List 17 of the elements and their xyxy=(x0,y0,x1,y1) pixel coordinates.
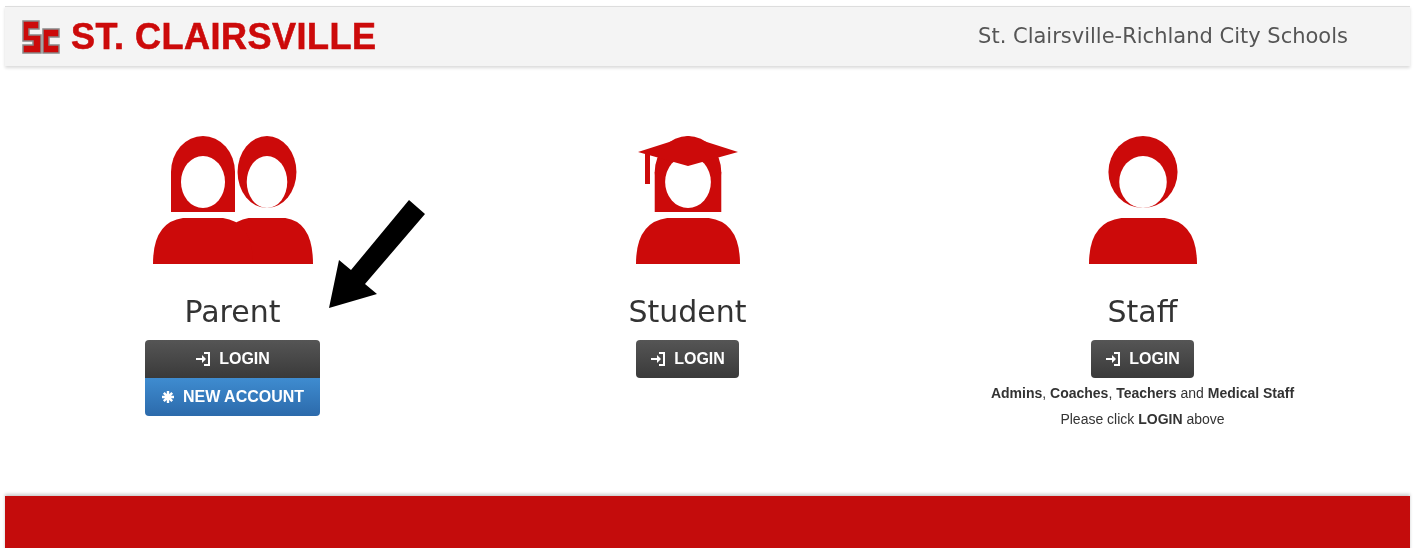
help-text: Admins, Coaches, Teachers and Medical Staff xyxy=(990,384,1295,403)
role-title: Student xyxy=(628,294,747,330)
role-title: Parent xyxy=(184,294,281,330)
district-name: St. Clairsville-Richland City Schools xyxy=(978,22,1348,50)
login-icon xyxy=(195,352,212,366)
arrow-icon xyxy=(327,198,427,310)
asterisk-icon xyxy=(160,390,175,404)
login-button[interactable]: LOGIN xyxy=(1091,340,1194,378)
login-icon xyxy=(650,352,667,366)
login-button[interactable]: LOGIN xyxy=(636,340,739,378)
login-button[interactable]: LOGIN xyxy=(145,340,320,378)
logo-text: ST. CLAIRSVILLE xyxy=(71,14,377,59)
help-text: Please click LOGIN above xyxy=(1060,410,1225,429)
login-icon xyxy=(1105,352,1122,366)
staff-icon xyxy=(1086,134,1199,264)
role-title: Staff xyxy=(1107,294,1178,330)
new-account-button[interactable]: NEW ACCOUNT xyxy=(145,378,320,416)
